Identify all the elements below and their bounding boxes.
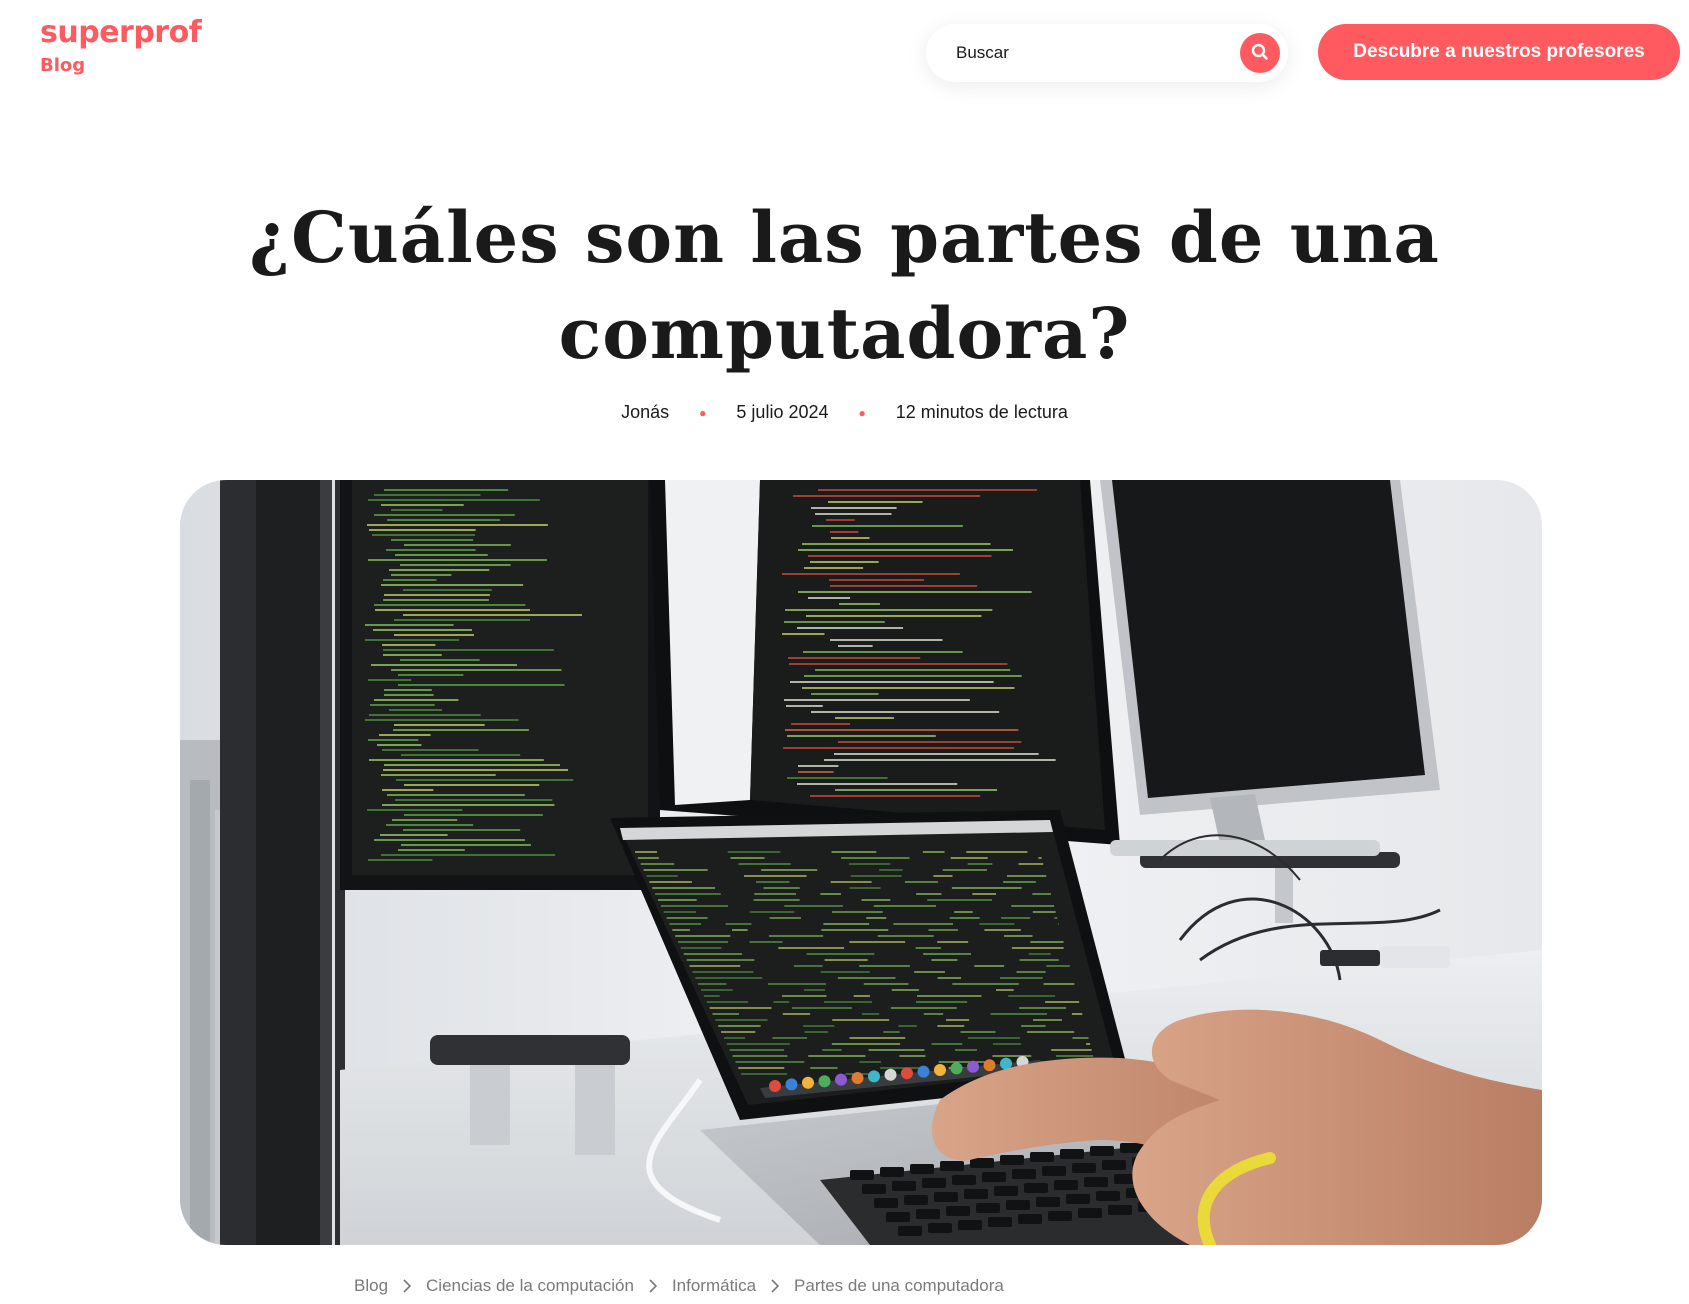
chevron-right-icon <box>402 1279 412 1293</box>
superprof-blog-logo[interactable]: superprof Blog <box>40 15 202 78</box>
breadcrumb: Blog Ciencias de la computación Informát… <box>354 1276 1004 1296</box>
breadcrumb-link-informatica[interactable]: Informática <box>672 1276 756 1296</box>
chevron-right-icon <box>770 1279 780 1293</box>
search-button[interactable] <box>1240 33 1280 73</box>
chevron-right-icon <box>648 1279 658 1293</box>
article-date: 5 julio 2024 <box>736 402 829 422</box>
logo-subtitle: Blog <box>40 55 86 76</box>
site-header: superprof Blog Descubre a nuestros profe… <box>0 0 1689 110</box>
computer-workstation-illustration <box>180 480 1542 1245</box>
breadcrumb-link-blog[interactable]: Blog <box>354 1276 388 1296</box>
article-reading-time: 12 minutos de lectura <box>895 402 1068 422</box>
meta-separator-dot: ● <box>699 405 707 420</box>
article-title-line-1: ¿Cuáles son las partes de una <box>249 196 1440 279</box>
search-bar <box>926 24 1288 82</box>
article-title-line-2: computadora? <box>558 292 1131 375</box>
article-title: ¿Cuáles son las partes de una computador… <box>200 190 1489 382</box>
search-input[interactable] <box>956 43 1240 63</box>
search-icon <box>1250 42 1270 65</box>
breadcrumb-current-page: Partes de una computadora <box>794 1276 1004 1295</box>
breadcrumb-link-ciencias[interactable]: Ciencias de la computación <box>426 1276 634 1296</box>
article-meta: Jonás ● 5 julio 2024 ● 12 minutos de lec… <box>0 402 1689 423</box>
discover-teachers-button[interactable]: Descubre a nuestros profesores <box>1318 24 1680 80</box>
article-author: Jonás <box>621 402 670 422</box>
logo-wordmark: superprof <box>40 15 202 50</box>
meta-separator-dot: ● <box>858 405 866 420</box>
hero-image <box>180 480 1542 1245</box>
